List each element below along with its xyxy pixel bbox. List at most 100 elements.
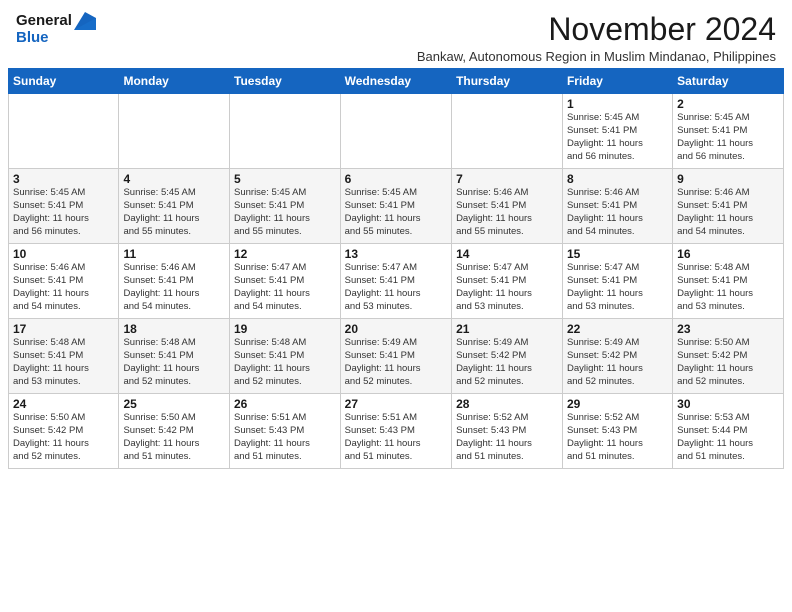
day-number: 15	[567, 247, 668, 261]
day-number: 12	[234, 247, 336, 261]
day-number: 21	[456, 322, 558, 336]
calendar-cell: 21Sunrise: 5:49 AMSunset: 5:42 PMDayligh…	[452, 319, 563, 394]
day-number: 19	[234, 322, 336, 336]
calendar-cell: 28Sunrise: 5:52 AMSunset: 5:43 PMDayligh…	[452, 394, 563, 469]
calendar-cell: 3Sunrise: 5:45 AMSunset: 5:41 PMDaylight…	[9, 169, 119, 244]
day-number: 30	[677, 397, 779, 411]
day-info: Sunrise: 5:47 AMSunset: 5:41 PMDaylight:…	[456, 262, 558, 313]
day-number: 26	[234, 397, 336, 411]
calendar-cell: 25Sunrise: 5:50 AMSunset: 5:42 PMDayligh…	[119, 394, 230, 469]
calendar-cell: 26Sunrise: 5:51 AMSunset: 5:43 PMDayligh…	[230, 394, 341, 469]
day-info: Sunrise: 5:49 AMSunset: 5:42 PMDaylight:…	[456, 337, 558, 388]
day-info: Sunrise: 5:50 AMSunset: 5:42 PMDaylight:…	[123, 412, 225, 463]
calendar-cell: 24Sunrise: 5:50 AMSunset: 5:42 PMDayligh…	[9, 394, 119, 469]
calendar-cell: 15Sunrise: 5:47 AMSunset: 5:41 PMDayligh…	[562, 244, 672, 319]
calendar-cell	[9, 94, 119, 169]
calendar-cell: 17Sunrise: 5:48 AMSunset: 5:41 PMDayligh…	[9, 319, 119, 394]
day-number: 16	[677, 247, 779, 261]
day-info: Sunrise: 5:48 AMSunset: 5:41 PMDaylight:…	[13, 337, 114, 388]
calendar-cell: 29Sunrise: 5:52 AMSunset: 5:43 PMDayligh…	[562, 394, 672, 469]
day-number: 4	[123, 172, 225, 186]
day-info: Sunrise: 5:47 AMSunset: 5:41 PMDaylight:…	[345, 262, 447, 313]
day-info: Sunrise: 5:50 AMSunset: 5:42 PMDaylight:…	[13, 412, 114, 463]
day-number: 22	[567, 322, 668, 336]
day-info: Sunrise: 5:47 AMSunset: 5:41 PMDaylight:…	[234, 262, 336, 313]
calendar-cell: 14Sunrise: 5:47 AMSunset: 5:41 PMDayligh…	[452, 244, 563, 319]
day-number: 9	[677, 172, 779, 186]
day-info: Sunrise: 5:45 AMSunset: 5:41 PMDaylight:…	[234, 187, 336, 238]
calendar-cell: 12Sunrise: 5:47 AMSunset: 5:41 PMDayligh…	[230, 244, 341, 319]
weekday-header-friday: Friday	[562, 69, 672, 94]
calendar-table: SundayMondayTuesdayWednesdayThursdayFrid…	[8, 68, 784, 469]
day-info: Sunrise: 5:52 AMSunset: 5:43 PMDaylight:…	[567, 412, 668, 463]
day-number: 25	[123, 397, 225, 411]
day-number: 3	[13, 172, 114, 186]
day-number: 28	[456, 397, 558, 411]
logo-blue: Blue	[16, 30, 49, 47]
calendar-cell: 20Sunrise: 5:49 AMSunset: 5:41 PMDayligh…	[340, 319, 451, 394]
day-number: 20	[345, 322, 447, 336]
day-number: 2	[677, 97, 779, 111]
day-number: 1	[567, 97, 668, 111]
day-number: 23	[677, 322, 779, 336]
day-info: Sunrise: 5:46 AMSunset: 5:41 PMDaylight:…	[567, 187, 668, 238]
day-number: 11	[123, 247, 225, 261]
calendar-cell: 1Sunrise: 5:45 AMSunset: 5:41 PMDaylight…	[562, 94, 672, 169]
weekday-header-thursday: Thursday	[452, 69, 563, 94]
calendar-cell	[230, 94, 341, 169]
day-number: 6	[345, 172, 447, 186]
logo-general: General	[16, 12, 72, 29]
day-info: Sunrise: 5:46 AMSunset: 5:41 PMDaylight:…	[123, 262, 225, 313]
day-info: Sunrise: 5:45 AMSunset: 5:41 PMDaylight:…	[567, 112, 668, 163]
week-row-4: 17Sunrise: 5:48 AMSunset: 5:41 PMDayligh…	[9, 319, 784, 394]
day-info: Sunrise: 5:47 AMSunset: 5:41 PMDaylight:…	[567, 262, 668, 313]
day-number: 5	[234, 172, 336, 186]
week-row-2: 3Sunrise: 5:45 AMSunset: 5:41 PMDaylight…	[9, 169, 784, 244]
day-number: 14	[456, 247, 558, 261]
day-info: Sunrise: 5:50 AMSunset: 5:42 PMDaylight:…	[677, 337, 779, 388]
subtitle: Bankaw, Autonomous Region in Muslim Mind…	[106, 49, 776, 64]
calendar-cell: 22Sunrise: 5:49 AMSunset: 5:42 PMDayligh…	[562, 319, 672, 394]
month-title: November 2024	[106, 12, 776, 47]
day-info: Sunrise: 5:48 AMSunset: 5:41 PMDaylight:…	[677, 262, 779, 313]
day-number: 27	[345, 397, 447, 411]
calendar-cell: 18Sunrise: 5:48 AMSunset: 5:41 PMDayligh…	[119, 319, 230, 394]
calendar-cell: 11Sunrise: 5:46 AMSunset: 5:41 PMDayligh…	[119, 244, 230, 319]
title-block: November 2024 Bankaw, Autonomous Region …	[106, 12, 776, 64]
day-info: Sunrise: 5:45 AMSunset: 5:41 PMDaylight:…	[345, 187, 447, 238]
weekday-header-tuesday: Tuesday	[230, 69, 341, 94]
calendar-cell: 16Sunrise: 5:48 AMSunset: 5:41 PMDayligh…	[673, 244, 784, 319]
calendar-cell: 7Sunrise: 5:46 AMSunset: 5:41 PMDaylight…	[452, 169, 563, 244]
weekday-header-saturday: Saturday	[673, 69, 784, 94]
day-info: Sunrise: 5:45 AMSunset: 5:41 PMDaylight:…	[677, 112, 779, 163]
weekday-header-sunday: Sunday	[9, 69, 119, 94]
day-info: Sunrise: 5:51 AMSunset: 5:43 PMDaylight:…	[345, 412, 447, 463]
logo-icon	[74, 12, 96, 30]
day-info: Sunrise: 5:46 AMSunset: 5:41 PMDaylight:…	[13, 262, 114, 313]
weekday-header-wednesday: Wednesday	[340, 69, 451, 94]
calendar-cell	[119, 94, 230, 169]
day-number: 7	[456, 172, 558, 186]
day-number: 17	[13, 322, 114, 336]
day-info: Sunrise: 5:53 AMSunset: 5:44 PMDaylight:…	[677, 412, 779, 463]
header: General Blue November 2024 Bankaw, Auton…	[0, 0, 792, 68]
day-number: 8	[567, 172, 668, 186]
logo: General Blue	[16, 12, 106, 47]
calendar-cell: 4Sunrise: 5:45 AMSunset: 5:41 PMDaylight…	[119, 169, 230, 244]
calendar-cell: 27Sunrise: 5:51 AMSunset: 5:43 PMDayligh…	[340, 394, 451, 469]
day-number: 10	[13, 247, 114, 261]
day-info: Sunrise: 5:45 AMSunset: 5:41 PMDaylight:…	[123, 187, 225, 238]
day-info: Sunrise: 5:46 AMSunset: 5:41 PMDaylight:…	[677, 187, 779, 238]
week-row-5: 24Sunrise: 5:50 AMSunset: 5:42 PMDayligh…	[9, 394, 784, 469]
day-info: Sunrise: 5:45 AMSunset: 5:41 PMDaylight:…	[13, 187, 114, 238]
calendar-cell: 8Sunrise: 5:46 AMSunset: 5:41 PMDaylight…	[562, 169, 672, 244]
week-row-1: 1Sunrise: 5:45 AMSunset: 5:41 PMDaylight…	[9, 94, 784, 169]
weekday-header-monday: Monday	[119, 69, 230, 94]
day-info: Sunrise: 5:49 AMSunset: 5:41 PMDaylight:…	[345, 337, 447, 388]
day-info: Sunrise: 5:48 AMSunset: 5:41 PMDaylight:…	[123, 337, 225, 388]
calendar-cell: 2Sunrise: 5:45 AMSunset: 5:41 PMDaylight…	[673, 94, 784, 169]
day-number: 24	[13, 397, 114, 411]
day-number: 29	[567, 397, 668, 411]
day-info: Sunrise: 5:48 AMSunset: 5:41 PMDaylight:…	[234, 337, 336, 388]
calendar-cell: 5Sunrise: 5:45 AMSunset: 5:41 PMDaylight…	[230, 169, 341, 244]
